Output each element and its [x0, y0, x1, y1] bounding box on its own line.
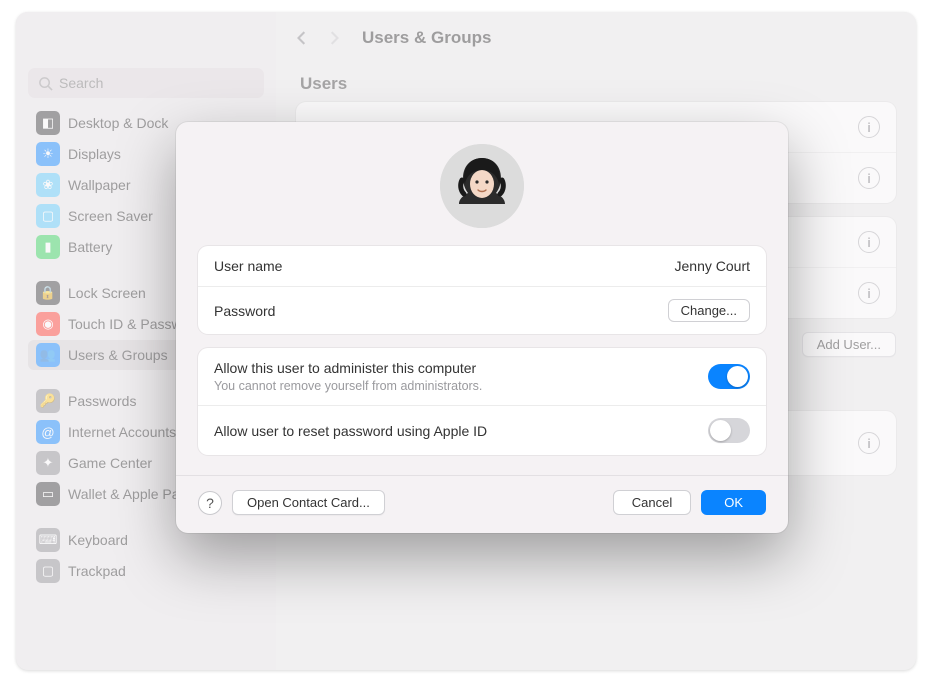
avatar-memoji: [440, 144, 524, 228]
username-row: User name Jenny Court: [198, 246, 766, 287]
modal-divider: [176, 475, 788, 476]
username-label: User name: [214, 258, 282, 274]
system-settings-window: ◧Desktop & Dock ☀Displays ❀Wallpaper ▢Sc…: [16, 12, 916, 670]
reset-label: Allow user to reset password using Apple…: [214, 423, 487, 439]
change-password-button[interactable]: Change...: [668, 299, 750, 322]
admin-subtext: You cannot remove yourself from administ…: [214, 379, 482, 393]
password-row: Password Change...: [198, 287, 766, 334]
ok-button[interactable]: OK: [701, 490, 766, 515]
admin-toggle[interactable]: [708, 364, 750, 389]
open-contact-card-button[interactable]: Open Contact Card...: [232, 490, 385, 515]
reset-password-row: Allow user to reset password using Apple…: [198, 406, 766, 455]
password-label: Password: [214, 303, 275, 319]
user-avatar[interactable]: [440, 144, 524, 228]
permissions-panel: Allow this user to administer this compu…: [198, 348, 766, 455]
help-button[interactable]: ?: [198, 491, 222, 515]
cancel-button[interactable]: Cancel: [613, 490, 691, 515]
user-detail-sheet: User name Jenny Court Password Change...…: [176, 122, 788, 533]
username-value: Jenny Court: [675, 258, 750, 274]
modal-footer: ? Open Contact Card... Cancel OK: [198, 490, 766, 515]
admin-label: Allow this user to administer this compu…: [214, 360, 482, 376]
reset-toggle[interactable]: [708, 418, 750, 443]
user-info-panel: User name Jenny Court Password Change...: [198, 246, 766, 334]
admin-row: Allow this user to administer this compu…: [198, 348, 766, 406]
